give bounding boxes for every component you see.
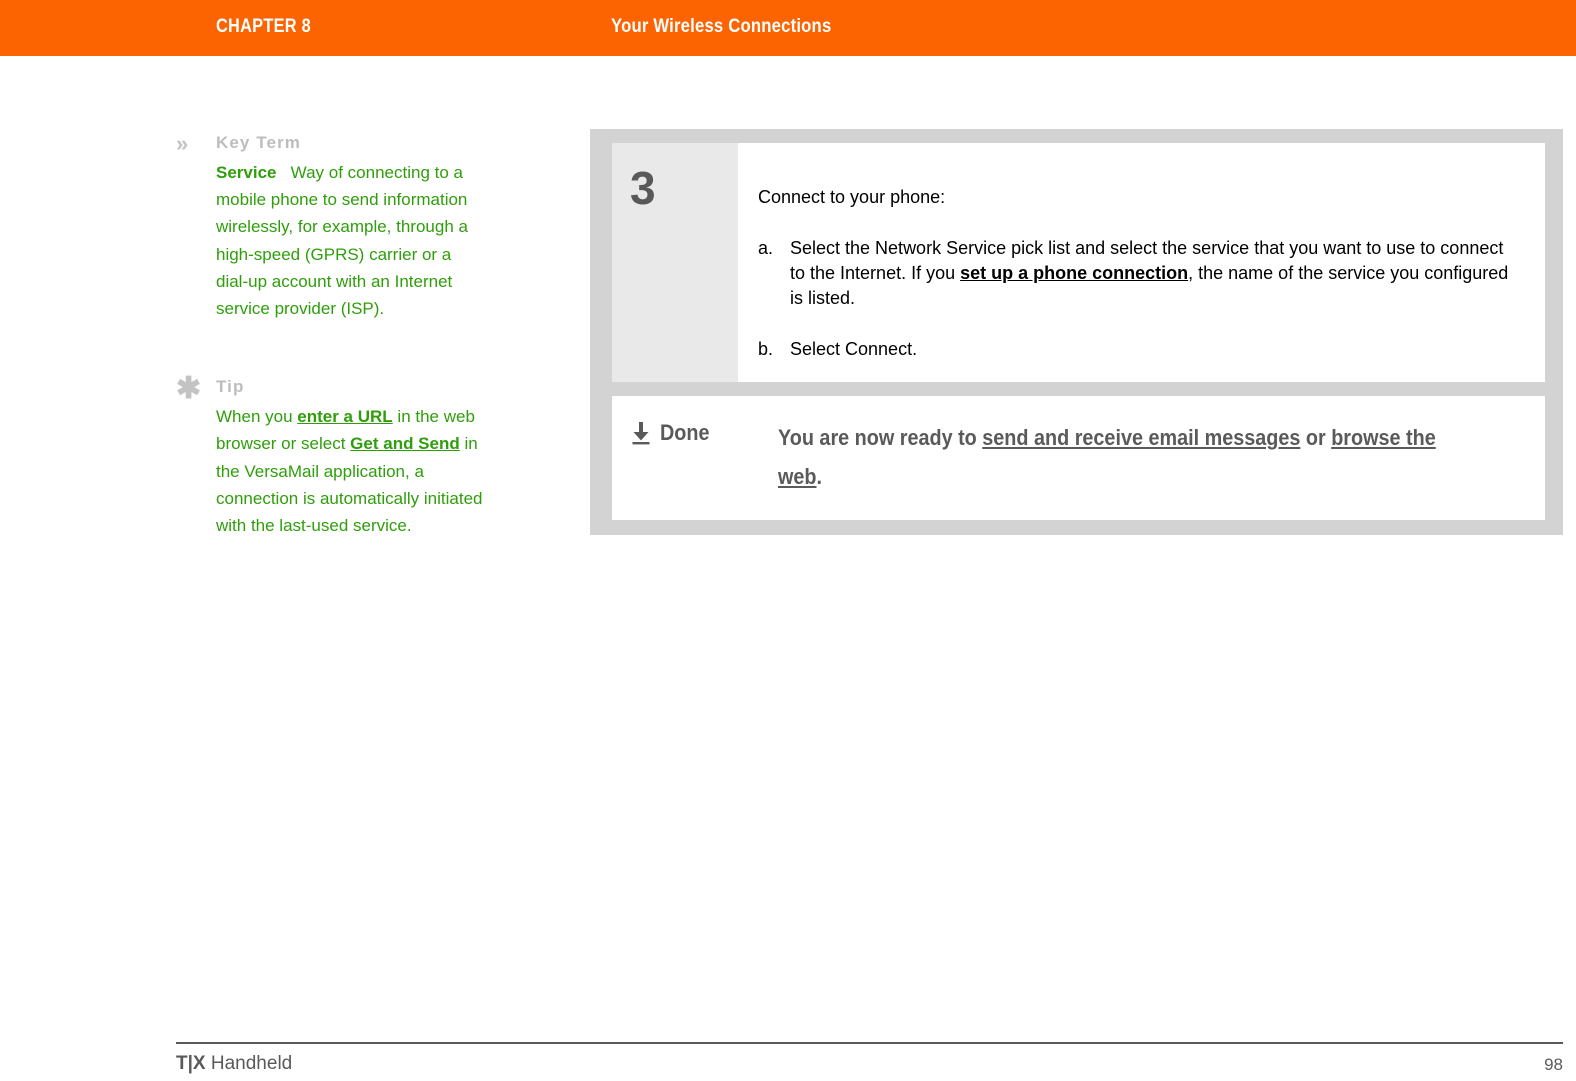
key-term-body-text: Way of connecting to a mobile phone to s… bbox=[216, 163, 468, 319]
down-arrow-to-line-icon bbox=[632, 422, 650, 445]
key-term-heading: Key Term bbox=[216, 133, 302, 152]
substep-a-text: Select the Network Service pick list and… bbox=[790, 236, 1515, 311]
done-text-part-1: You are now ready to bbox=[778, 425, 983, 450]
key-term-word: Service bbox=[216, 163, 277, 182]
done-label: Done bbox=[660, 420, 710, 445]
tip-note: ✱ Tip When you enter a URL in the web br… bbox=[176, 372, 486, 539]
tip-link-get-and-send[interactable]: Get and Send bbox=[350, 434, 460, 453]
step-number-column: 3 bbox=[612, 143, 738, 382]
procedure-panel: 3 Connect to your phone: a. Select the N… bbox=[590, 129, 1563, 535]
step-number: 3 bbox=[630, 162, 656, 214]
footer-product-label: Handheld bbox=[205, 1053, 293, 1074]
margin-notes-column: » Key Term Service Way of connecting to … bbox=[176, 132, 486, 539]
substep-b-text: Select Connect. bbox=[790, 337, 917, 362]
tip-text-part-1: When you bbox=[216, 407, 298, 427]
key-term-definition: Service Way of connecting to a mobile ph… bbox=[216, 159, 486, 322]
tip-link-enter-a-url[interactable]: enter a URL bbox=[297, 407, 392, 426]
step-lead-text: Connect to your phone: bbox=[758, 187, 946, 207]
substep-a-marker: a. bbox=[758, 238, 774, 258]
done-label-group: Done bbox=[630, 418, 778, 446]
key-term-note: » Key Term Service Way of connecting to … bbox=[176, 132, 486, 322]
tip-note-body: Tip When you enter a URL in the web brow… bbox=[216, 376, 486, 539]
step-content: Connect to your phone: a. Select the Net… bbox=[738, 143, 1545, 382]
done-text-part-2: or bbox=[1300, 425, 1332, 450]
substep-a-link-set-up-a-phone-connection[interactable]: set up a phone connection bbox=[960, 263, 1188, 283]
chapter-header: CHAPTER 8 Your Wireless Connections bbox=[0, 0, 1576, 56]
double-chevron-icon: » bbox=[176, 131, 189, 156]
done-link-send-and-receive-email-messages[interactable]: send and receive email messages bbox=[982, 425, 1300, 450]
tip-text: When you enter a URL in the web browser … bbox=[216, 403, 486, 539]
chapter-number-label: CHAPTER 8 bbox=[216, 16, 311, 37]
asterisk-icon: ✱ bbox=[176, 372, 202, 406]
footer-product-mark: T|X bbox=[176, 1053, 206, 1074]
substep-b-text-part-1: Select Connect. bbox=[790, 339, 918, 359]
footer-divider bbox=[176, 1042, 1563, 1044]
footer-product-name: T|X Handheld bbox=[176, 1052, 292, 1076]
done-card: Done You are now ready to send and recei… bbox=[612, 396, 1545, 520]
chapter-title: Your Wireless Connections bbox=[611, 16, 832, 37]
key-term-note-body: Key Term Service Way of connecting to a … bbox=[216, 132, 486, 322]
substep-b: b. Select Connect. bbox=[758, 337, 1515, 362]
tip-heading: Tip bbox=[216, 377, 245, 397]
done-text-part-3: . bbox=[816, 464, 823, 489]
done-text: You are now ready to send and receive em… bbox=[778, 418, 1441, 496]
step-card-3: 3 Connect to your phone: a. Select the N… bbox=[612, 143, 1545, 382]
substep-b-marker: b. bbox=[758, 339, 774, 359]
substep-a: a. Select the Network Service pick list … bbox=[758, 236, 1515, 311]
page-number: 98 bbox=[1544, 1055, 1563, 1074]
